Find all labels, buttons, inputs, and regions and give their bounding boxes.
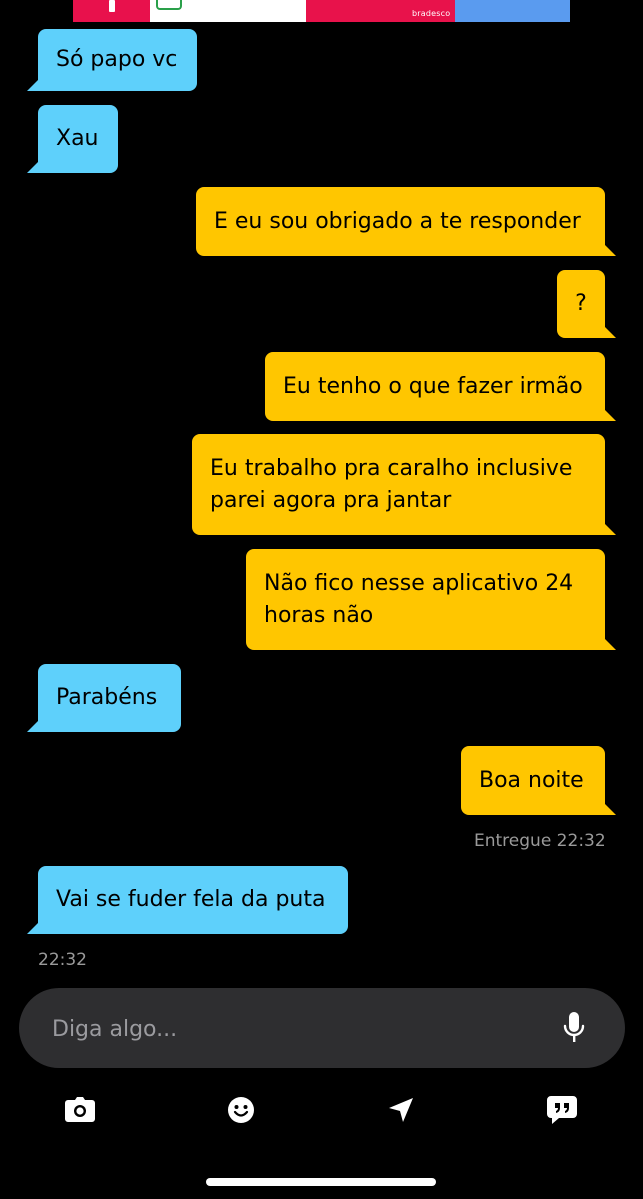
outgoing-message[interactable]: Não fico nesse aplicativo 24 horas não [246,549,616,650]
message-text: Vai se fuder fela da puta [56,887,326,912]
message-input[interactable] [50,1012,534,1046]
incoming-message[interactable]: Só papo vc [27,29,197,91]
delivered-status: Entregue 22:32 [474,831,606,851]
ad-panel [455,0,570,22]
location-icon[interactable] [385,1094,417,1126]
ad-banner[interactable]: bradesco [73,0,570,22]
outgoing-message[interactable]: Eu tenho o que fazer irmão [265,352,616,421]
message-text: Boa noite [479,768,584,793]
message-text: parei agora pra jantar [210,488,452,513]
outgoing-message[interactable]: Boa noite [461,746,616,815]
ad-panel [150,0,306,22]
message-text: Eu trabalho pra caralho inclusive [210,456,573,481]
ad-panel: bradesco [306,0,455,22]
microphone-icon[interactable] [563,1012,585,1044]
ad-panel [73,0,150,22]
incoming-message[interactable]: Xau [27,105,118,173]
ad-brand-label: bradesco [412,9,451,18]
message-text: Não fico nesse aplicativo 24 [264,571,574,596]
emoji-icon[interactable] [225,1094,257,1126]
message-timestamp: 22:32 [38,950,87,970]
message-text: Parabéns [56,685,158,710]
message-text: Xau [56,126,99,151]
incoming-message[interactable]: Parabéns [27,664,181,732]
message-text: Só papo vc [56,47,178,72]
camera-icon[interactable] [64,1094,96,1126]
message-composer [19,988,625,1068]
outgoing-message[interactable]: Eu trabalho pra caralho inclusive parei … [192,434,616,535]
message-text: horas não [264,603,374,628]
message-text: ? [575,291,587,316]
message-text: E eu sou obrigado a te responder [214,209,581,234]
message-text: Eu tenho o que fazer irmão [283,374,583,399]
chat-screen: bradesco Só papo vc Xau E eu sou obrigad… [0,0,643,1199]
outgoing-message[interactable]: E eu sou obrigado a te responder [196,187,616,256]
incoming-message[interactable]: Vai se fuder fela da puta [27,866,348,934]
home-indicator[interactable] [206,1178,436,1186]
saved-phrases-icon[interactable] [546,1094,578,1126]
outgoing-message[interactable]: ? [557,270,616,338]
